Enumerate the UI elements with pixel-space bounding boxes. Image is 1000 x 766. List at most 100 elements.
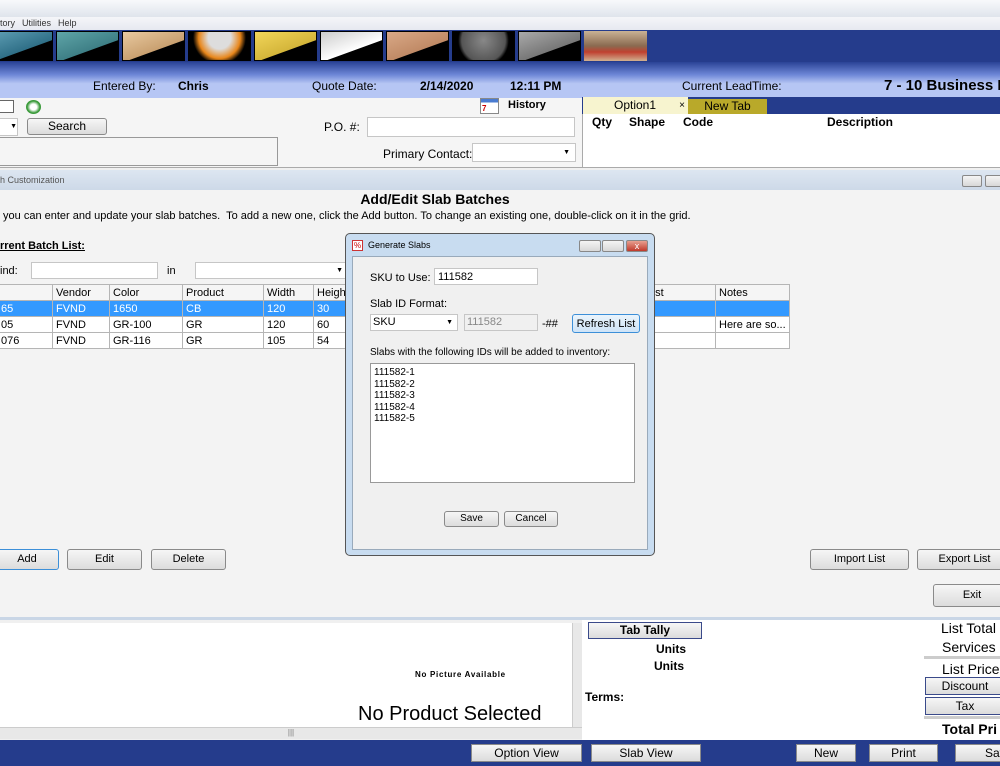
- search-button[interactable]: Search: [27, 118, 107, 135]
- quote-date-value: 2/14/2020: [420, 79, 474, 93]
- close-icon[interactable]: ×: [679, 97, 685, 114]
- slab-image: [122, 31, 185, 61]
- export-list-button[interactable]: Export List: [917, 549, 1000, 570]
- no-product-text: No Product Selected: [358, 703, 542, 725]
- batch-grid-right[interactable]: ost Notes Here are so...: [645, 284, 790, 349]
- primary-contact-label: Primary Contact:: [383, 147, 473, 161]
- total-price-label: Total Pri: [942, 721, 997, 737]
- list-item[interactable]: 111582-1: [374, 367, 631, 379]
- quote-panel: ▼ Search 7 History P.O. #: Primary Conta…: [0, 98, 582, 168]
- col-shape: Shape: [629, 115, 666, 129]
- table-row[interactable]: [645, 332, 790, 349]
- col-description: Description: [827, 115, 894, 129]
- batch-list-label: rrent Batch List:: [0, 240, 85, 252]
- quote-time-value: 12:11 PM: [510, 79, 562, 93]
- bottom-toolbar: Option View Slab View New Print Sav: [0, 740, 1000, 766]
- sku-label: SKU to Use:: [370, 272, 431, 284]
- edit-icon[interactable]: [0, 100, 14, 113]
- primary-contact-dropdown[interactable]: ▼: [472, 143, 576, 162]
- menu-help[interactable]: Help: [58, 18, 77, 28]
- minimize-button[interactable]: [962, 175, 982, 187]
- option-view-button[interactable]: Option View: [471, 744, 582, 762]
- dialog-body: SKU to Use: Slab ID Format: SKU▼ 111582 …: [352, 256, 648, 550]
- slab-view-button[interactable]: Slab View: [591, 744, 701, 762]
- menu-history[interactable]: tory: [0, 18, 15, 28]
- tab-new-tab[interactable]: New Tab: [688, 99, 767, 114]
- list-item[interactable]: 111582-5: [374, 413, 631, 425]
- suffix-label: -##: [542, 318, 558, 330]
- import-list-button[interactable]: Import List: [810, 549, 909, 570]
- add-button[interactable]: Add: [0, 549, 59, 570]
- generate-slabs-dialog: % Generate Slabs x SKU to Use: Slab ID F…: [345, 233, 655, 556]
- format-value: SKU: [373, 316, 396, 328]
- col-id: [0, 284, 53, 301]
- page-title: Add/Edit Slab Batches: [360, 191, 510, 207]
- table-row[interactable]: 05 FVND GR-100 GR 120 60: [0, 316, 347, 333]
- leadtime-label: Current LeadTime:: [682, 79, 782, 93]
- exit-button[interactable]: Exit: [933, 584, 1000, 607]
- search-dropdown[interactable]: ▼: [0, 118, 18, 136]
- delete-button[interactable]: Delete: [151, 549, 226, 570]
- close-button[interactable]: x: [626, 240, 648, 252]
- dialog-save-button[interactable]: Save: [444, 511, 499, 527]
- po-input[interactable]: [367, 117, 575, 137]
- find-label: ind:: [0, 265, 18, 277]
- list-item[interactable]: 111582-4: [374, 402, 631, 414]
- totals-area: Tab Tally Units Units Terms: List Total …: [582, 620, 1000, 740]
- sku-input[interactable]: [434, 268, 538, 285]
- maximize-button[interactable]: [602, 240, 624, 252]
- format-label: Slab ID Format:: [370, 298, 448, 310]
- tab-tally-button[interactable]: Tab Tally: [588, 622, 702, 639]
- table-row[interactable]: 65 FVND 1650 CB 120 30: [0, 300, 347, 317]
- banner: [0, 30, 1000, 62]
- print-button[interactable]: Print: [869, 744, 938, 762]
- dialog-cancel-button[interactable]: Cancel: [504, 511, 558, 527]
- find-input[interactable]: [31, 262, 158, 279]
- refresh-icon[interactable]: [26, 100, 41, 114]
- entered-by-label: Entered By:: [93, 79, 156, 93]
- tab-bar: Option1 × New Tab: [582, 97, 1000, 114]
- restore-button[interactable]: [985, 175, 1000, 187]
- history-link[interactable]: History: [508, 99, 546, 111]
- units-label: Units: [656, 642, 686, 656]
- list-label: Slabs with the following IDs will be add…: [370, 347, 611, 358]
- format-preview: 111582: [464, 314, 538, 331]
- slab-id-list[interactable]: 111582-1 111582-2 111582-3 111582-4 1115…: [370, 363, 635, 483]
- slab-image: [386, 31, 449, 61]
- tab-label: Option1: [614, 98, 657, 112]
- entered-by-value: Chris: [178, 79, 209, 93]
- window-title: h Customization: [0, 175, 65, 185]
- title-bar: [0, 0, 1000, 17]
- grid-header: Vendor Color Product Width Heigh: [0, 284, 347, 301]
- batch-grid[interactable]: Vendor Color Product Width Heigh 65 FVND 1650 C…: [0, 284, 347, 349]
- slab-image: [188, 31, 251, 61]
- discount-button[interactable]: Discount: [925, 677, 1000, 695]
- format-dropdown[interactable]: SKU ▼: [370, 314, 458, 331]
- divider: [924, 716, 1000, 719]
- services-label: Services: [942, 639, 996, 655]
- horizontal-scrollbar[interactable]: |||: [0, 727, 582, 739]
- slab-image: [0, 31, 53, 61]
- col-color: Color: [109, 284, 183, 301]
- list-item[interactable]: 111582-2: [374, 379, 631, 391]
- tax-button[interactable]: Tax: [925, 697, 1000, 715]
- list-item[interactable]: 111582-3: [374, 390, 631, 402]
- save-button[interactable]: Sav: [955, 744, 1000, 762]
- slab-image: [518, 31, 581, 61]
- vertical-scrollbar[interactable]: [572, 623, 582, 727]
- minimize-button[interactable]: [579, 240, 601, 252]
- table-row[interactable]: Here are so...: [645, 316, 790, 333]
- divider: [924, 656, 1000, 659]
- table-row[interactable]: [645, 300, 790, 317]
- col-cost: ost: [645, 284, 716, 301]
- new-button[interactable]: New: [796, 744, 856, 762]
- find-column-dropdown[interactable]: ▼: [195, 262, 347, 279]
- slab-image: [56, 31, 119, 61]
- refresh-list-button[interactable]: Refresh List: [572, 314, 640, 333]
- slab-image: [320, 31, 383, 61]
- tab-option1[interactable]: Option1 ×: [583, 97, 688, 114]
- calendar-icon[interactable]: 7: [480, 98, 499, 114]
- edit-button[interactable]: Edit: [67, 549, 142, 570]
- menu-utilities[interactable]: Utilities: [22, 18, 51, 28]
- table-row[interactable]: 076 FVND GR-116 GR 105 54: [0, 332, 347, 349]
